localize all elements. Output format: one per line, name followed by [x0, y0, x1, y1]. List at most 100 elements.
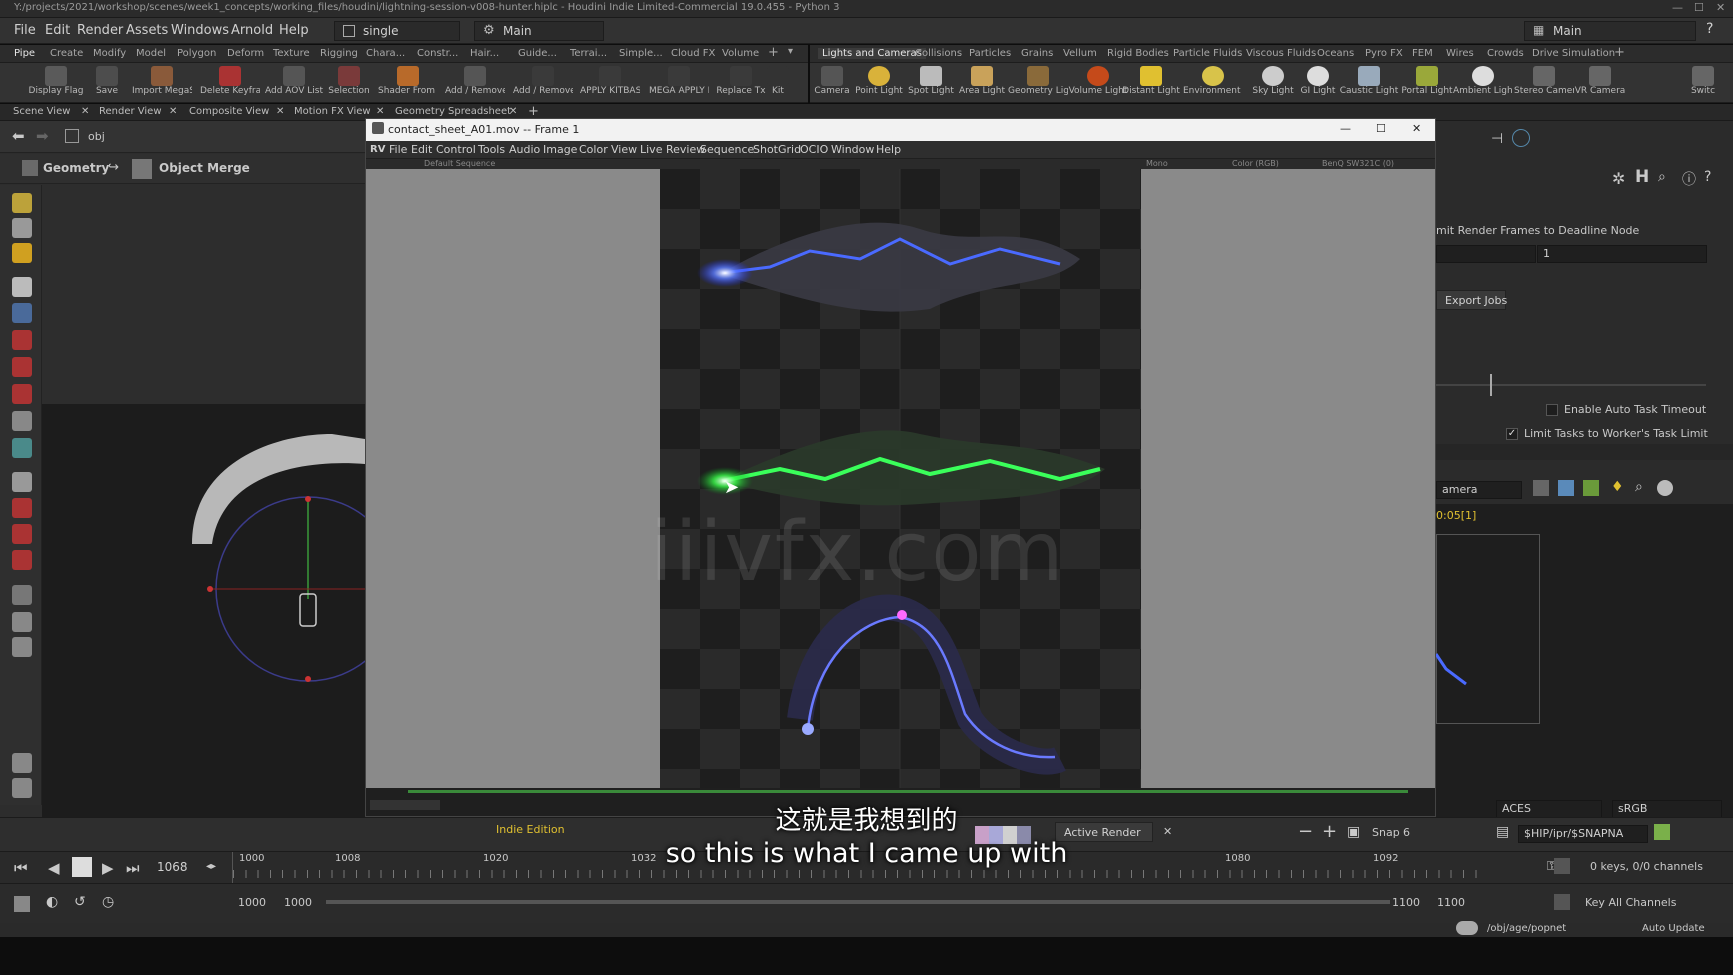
menu-file[interactable]: File	[14, 23, 36, 38]
tab-close-icon[interactable]: ✕	[376, 106, 384, 117]
rv-menu-live-review[interactable]: Live Review	[640, 143, 705, 156]
tab-scene-view[interactable]: Scene View	[13, 106, 70, 117]
sync-icon[interactable]	[1512, 129, 1530, 147]
refresh-icon[interactable]	[1558, 480, 1574, 496]
camera-combo[interactable]: amera	[1436, 481, 1522, 499]
rv-menu-help[interactable]: Help	[876, 143, 901, 156]
rv-display[interactable]: BenQ SW321C (0)	[1322, 159, 1394, 168]
switcher-tool[interactable]: Switc	[1678, 66, 1728, 96]
rv-menu-file[interactable]: File	[389, 143, 407, 156]
add-tab-icon[interactable]: +	[528, 104, 539, 119]
menu-arnold[interactable]: Arnold	[231, 23, 273, 38]
rv-menu-window[interactable]: Window	[831, 143, 874, 156]
chevron-down-icon[interactable]: ▾	[788, 46, 793, 57]
deadline-value-field[interactable]: 1	[1537, 245, 1707, 263]
timeout-slider-handle[interactable]	[1490, 374, 1492, 396]
volume-light-tool[interactable]: Volume Light	[1068, 66, 1128, 96]
shelf-tab-crowds[interactable]: Crowds	[1487, 48, 1524, 59]
shelf-tab-rigid-bodies[interactable]: Rigid Bodies	[1107, 48, 1169, 59]
tab-close-icon[interactable]: ✕	[276, 106, 284, 117]
shelf-tab-terrain[interactable]: Terrai...	[570, 48, 607, 59]
auto-timeout-checkbox[interactable]	[1546, 404, 1558, 416]
shelf-tab-pyro-fx[interactable]: Pyro FX	[1365, 48, 1403, 59]
vr-camera-tool[interactable]: VR Camera	[1570, 66, 1630, 96]
close-icon[interactable]: ✕	[1716, 1, 1725, 14]
shelf-tab-guide[interactable]: Guide...	[518, 48, 557, 59]
pivot-icon[interactable]	[12, 411, 32, 431]
timeout-slider[interactable]	[1436, 384, 1706, 386]
shelf-tab-particle-fluids[interactable]: Particle Fluids	[1173, 48, 1242, 59]
path-label[interactable]: obj	[88, 130, 105, 143]
pin-icon[interactable]: ⊣	[1491, 131, 1503, 147]
rv-menu-color[interactable]: Color	[579, 143, 608, 156]
scale-icon[interactable]	[12, 384, 32, 404]
menu-edit[interactable]: Edit	[45, 23, 70, 38]
right-layout-combo[interactable]: ▦ Main	[1524, 21, 1696, 41]
rv-color[interactable]: Color (RGB)	[1232, 159, 1279, 168]
rv-menu-tools[interactable]: Tools	[478, 143, 505, 156]
shelf-tab-viscous-fluids[interactable]: Viscous Fluids	[1246, 48, 1316, 59]
mega-apply-materials-tool[interactable]: MEGA APPLY MATERIALS	[649, 66, 709, 96]
shelf-icon[interactable]	[12, 753, 32, 773]
shelf-tab-grains[interactable]: Grains	[1021, 48, 1053, 59]
shelf-tab-hair[interactable]: Hair...	[470, 48, 499, 59]
select-arrow-icon[interactable]	[12, 277, 32, 297]
info-icon[interactable]: ⓘ	[1682, 169, 1696, 189]
rv-menu-sequence[interactable]: Sequence	[700, 143, 754, 156]
help-icon[interactable]: ?	[1704, 169, 1711, 185]
area-light-tool[interactable]: Area Light	[952, 66, 1012, 96]
shelf-tab-cloud-fx[interactable]: Cloud FX	[671, 48, 715, 59]
rv-menu-control[interactable]: Control	[436, 143, 476, 156]
zoom-icon[interactable]: ⌕	[1635, 479, 1643, 495]
range-start-2[interactable]: 1000	[284, 896, 312, 909]
tab-composite-view[interactable]: Composite View	[189, 106, 269, 117]
status-path[interactable]: /obj/age/popnet	[1487, 923, 1566, 934]
delete-keyframes-tool[interactable]: Delete Keyframes	[200, 66, 260, 96]
add-shelf-tab-icon[interactable]: +	[768, 45, 779, 60]
tool-handle-icon[interactable]	[12, 193, 32, 213]
desktop-combo[interactable]: single	[334, 21, 460, 41]
houdini-h-icon[interactable]: H	[1635, 167, 1649, 187]
minimize-icon[interactable]: —	[1672, 1, 1683, 14]
back-arrow-icon[interactable]: ⬅	[12, 127, 25, 145]
render-options-icon[interactable]	[1533, 480, 1549, 496]
snap-grid-icon[interactable]	[12, 472, 32, 492]
shelf-tab-particles[interactable]: Particles	[969, 48, 1011, 59]
range-slider[interactable]	[326, 900, 1390, 904]
shelf-tab-rigging[interactable]: Rigging	[320, 48, 358, 59]
menu-windows[interactable]: Windows	[171, 23, 229, 38]
shelf-tab-polygon[interactable]: Polygon	[177, 48, 216, 59]
maximize-icon[interactable]: ☐	[1694, 1, 1704, 14]
magnet-icon[interactable]	[12, 550, 32, 570]
deadline-field[interactable]	[1436, 245, 1536, 263]
region-icon[interactable]	[1583, 480, 1599, 496]
layout-combo[interactable]: ⚙ Main	[474, 21, 604, 41]
rv-sequence[interactable]: Default Sequence	[424, 159, 495, 168]
tab-geometry-spreadsheet[interactable]: Geometry Spreadsheet	[395, 106, 511, 117]
add-remove-aovs-tool[interactable]: Add / Remove AOVs	[513, 66, 573, 96]
shelf-tab-deform[interactable]: Deform	[227, 48, 264, 59]
magnet-icon[interactable]	[12, 524, 32, 544]
shelf-tab-volume[interactable]: Volume	[722, 48, 759, 59]
tab-close-icon[interactable]: ✕	[81, 106, 89, 117]
shelf-tab-modify[interactable]: Modify	[93, 48, 126, 59]
caustic-light-tool[interactable]: Caustic Light	[1339, 66, 1399, 96]
shader-from-materials-tool[interactable]: Shader From Materials	[378, 66, 438, 96]
light-icon[interactable]: ♦	[1611, 479, 1624, 495]
limit-tasks-checkbox[interactable]: ✓	[1506, 428, 1518, 440]
menu-render[interactable]: Render	[77, 23, 123, 38]
rv-menu-audio[interactable]: Audio	[509, 143, 540, 156]
shelf-tab-texture[interactable]: Texture	[273, 48, 310, 59]
save-tool[interactable]: Save	[77, 66, 137, 96]
shelf-tab-collisions[interactable]: Collisions	[915, 48, 962, 59]
forward-arrow-icon[interactable]: ➡	[36, 127, 49, 145]
rotate-icon[interactable]	[12, 357, 32, 377]
rv-menu-view[interactable]: View	[611, 143, 637, 156]
stereo-camera-tool[interactable]: Stereo Camera	[1514, 66, 1574, 96]
rv-menu-shotgrid[interactable]: ShotGrid	[753, 143, 801, 156]
close-icon[interactable]: ✕	[1412, 122, 1421, 135]
point-light-tool[interactable]: Point Light	[849, 66, 909, 96]
shelf-tab-simple[interactable]: Simple...	[619, 48, 663, 59]
rv-menu-ocio[interactable]: OCIO	[800, 143, 828, 156]
move-icon[interactable]	[12, 330, 32, 350]
